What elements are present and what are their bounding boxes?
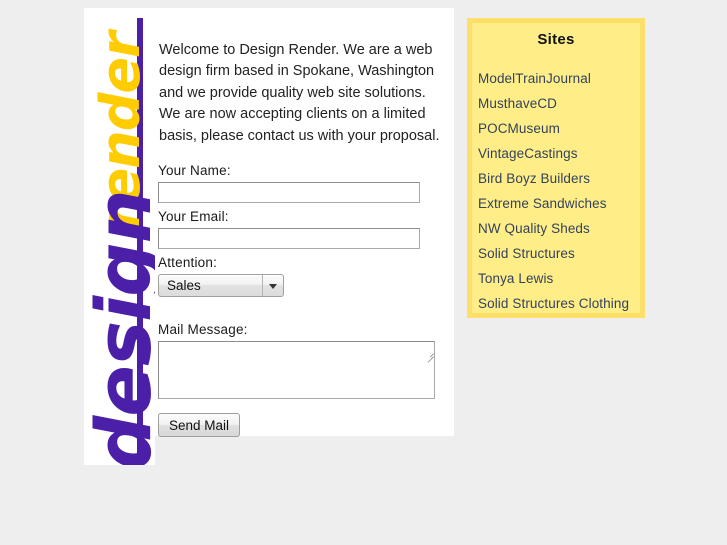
list-item: Solid Structures xyxy=(478,245,640,263)
list-item: Bird Boyz Builders xyxy=(478,170,640,188)
mail-message-textarea[interactable] xyxy=(158,341,435,399)
site-link-tonya-lewis[interactable]: Tonya Lewis xyxy=(478,271,553,286)
logo-column: render design xyxy=(84,8,155,465)
site-link-vintagecastings[interactable]: VintageCastings xyxy=(478,146,578,161)
main-content-panel: Welcome to Design Render. We are a web d… xyxy=(155,8,454,437)
email-input[interactable] xyxy=(158,228,420,249)
site-link-extreme-sandwiches[interactable]: Extreme Sandwiches xyxy=(478,196,607,211)
site-link-nw-quality-sheds[interactable]: NW Quality Sheds xyxy=(478,221,590,236)
chevron-down-icon[interactable] xyxy=(262,275,283,296)
attention-select[interactable]: Sales xyxy=(158,274,284,297)
list-item: NW Quality Sheds xyxy=(478,220,640,238)
site-link-solid-structures[interactable]: Solid Structures xyxy=(478,246,575,261)
site-link-solid-structures-clothing[interactable]: Solid Structures Clothing xyxy=(478,296,629,311)
site-link-pocmuseum[interactable]: POCMuseum xyxy=(478,121,560,136)
attention-selected-value: Sales xyxy=(167,278,201,293)
contact-form: Your Name: Your Email: Attention: Sales … xyxy=(158,163,448,437)
attention-label: Attention: xyxy=(158,255,218,270)
name-input[interactable] xyxy=(158,182,420,203)
site-link-modeltrainjournal[interactable]: ModelTrainJournal xyxy=(478,71,591,86)
mail-message-label: Mail Message: xyxy=(158,322,248,337)
sites-link-list: ModelTrainJournal MusthaveCD POCMuseum V… xyxy=(472,70,640,313)
sites-heading: Sites xyxy=(537,31,575,48)
list-item: Tonya Lewis xyxy=(478,270,640,288)
list-item: Solid Structures Clothing xyxy=(478,295,640,313)
list-item: POCMuseum xyxy=(478,120,640,138)
sites-sidebar: Sites ModelTrainJournal MusthaveCD POCMu… xyxy=(467,18,645,318)
name-label: Your Name: xyxy=(158,163,231,178)
site-link-bird-boyz-builders[interactable]: Bird Boyz Builders xyxy=(478,171,590,186)
list-item: Extreme Sandwiches xyxy=(478,195,640,213)
list-item: VintageCastings xyxy=(478,145,640,163)
logo-word-design: design xyxy=(84,190,155,465)
welcome-paragraph: Welcome to Design Render. We are a web d… xyxy=(159,41,440,144)
list-item: ModelTrainJournal xyxy=(478,70,640,88)
send-mail-button[interactable]: Send Mail xyxy=(158,413,241,437)
list-item: MusthaveCD xyxy=(478,95,640,113)
email-label: Your Email: xyxy=(158,209,229,224)
site-link-musthavecd[interactable]: MusthaveCD xyxy=(478,96,557,111)
